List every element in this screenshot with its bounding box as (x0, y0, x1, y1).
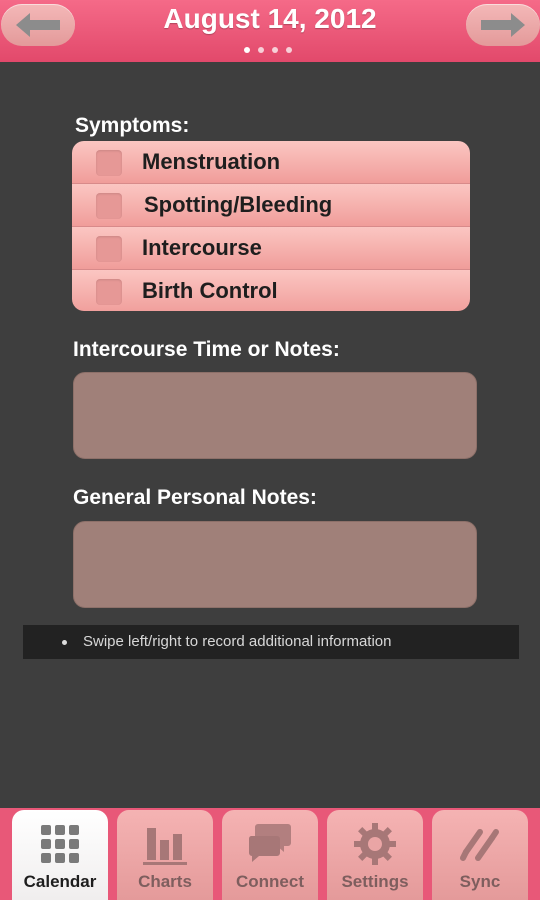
menstruation-checkbox[interactable] (96, 150, 122, 176)
intercourse-notes-label: Intercourse Time or Notes: (73, 338, 340, 361)
tab-charts[interactable]: Charts (117, 810, 213, 900)
page-title: August 14, 2012 (163, 3, 377, 34)
sync-link-icon (460, 829, 499, 861)
tab-label: Sync (459, 872, 501, 891)
hint-text: Swipe left/right to record additional in… (83, 633, 392, 650)
page-dot (258, 47, 264, 53)
chat-bubbles-icon (248, 824, 291, 862)
symptoms-list: Menstruation Spotting/Bleeding Intercour… (72, 141, 470, 311)
tab-calendar[interactable]: Calendar (12, 810, 108, 900)
general-notes-field[interactable] (73, 521, 477, 608)
symptom-menstruation[interactable]: Menstruation (72, 141, 470, 184)
arrow-left-icon (16, 13, 60, 37)
symptom-intercourse[interactable]: Intercourse (72, 227, 470, 270)
next-day-button[interactable] (466, 4, 540, 46)
previous-day-button[interactable] (1, 4, 75, 46)
arrow-right-icon (481, 13, 525, 37)
tab-label: Calendar (23, 872, 97, 891)
tab-bar: Calendar Charts Connect Settings Sync (0, 808, 540, 900)
intercourse-notes-field[interactable] (73, 372, 477, 459)
birth-control-checkbox[interactable] (96, 279, 122, 305)
calendar-grid-icon (41, 825, 79, 863)
symptom-spotting-bleeding[interactable]: Spotting/Bleeding (72, 184, 470, 227)
bullet-icon (62, 640, 67, 645)
page-dot (244, 47, 250, 53)
gear-icon (354, 823, 396, 865)
tab-sync[interactable]: Sync (432, 810, 528, 900)
symptom-label: Birth Control (142, 278, 278, 303)
general-notes-label: General Personal Notes: (73, 486, 317, 509)
tab-label: Charts (138, 872, 192, 891)
tab-label: Settings (341, 872, 409, 891)
intercourse-checkbox[interactable] (96, 236, 122, 262)
page-dot (286, 47, 292, 53)
symptom-label: Intercourse (142, 235, 262, 260)
page-dot (272, 47, 278, 53)
tab-label: Connect (236, 872, 304, 891)
symptom-label: Menstruation (142, 149, 281, 174)
header-bar: August 14, 2012 (0, 0, 540, 62)
page-indicator (244, 47, 300, 55)
tab-settings[interactable]: Settings (327, 810, 423, 900)
symptom-label: Spotting/Bleeding (144, 192, 333, 217)
symptom-birth-control[interactable]: Birth Control (72, 270, 470, 311)
bar-chart-icon (143, 828, 187, 865)
symptoms-label: Symptoms: (75, 114, 190, 137)
tab-connect[interactable]: Connect (222, 810, 318, 900)
hint-bar: Swipe left/right to record additional in… (23, 625, 519, 659)
spotting-bleeding-checkbox[interactable] (96, 193, 122, 219)
